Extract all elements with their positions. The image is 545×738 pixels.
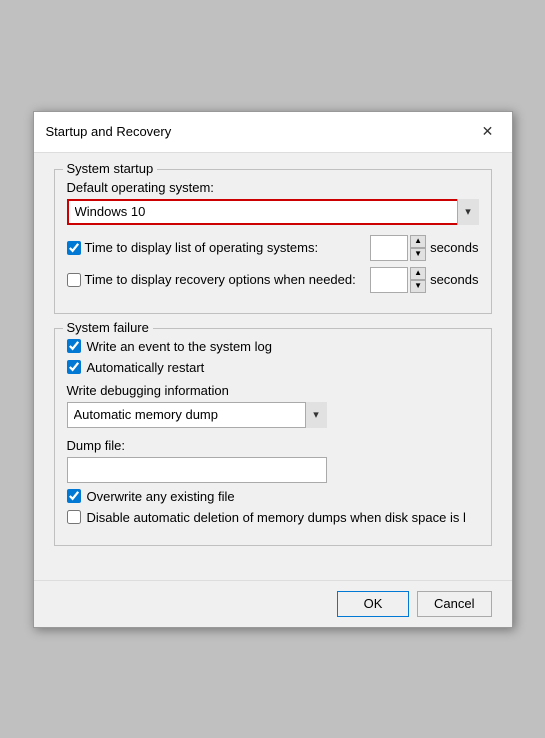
debug-info-dropdown[interactable]: Automatic memory dump Complete memory du…	[67, 402, 327, 428]
recovery-value[interactable]: 30	[370, 267, 408, 293]
dump-file-label: Dump file:	[67, 438, 479, 453]
startup-recovery-dialog: Startup and Recovery ✕ System startup De…	[33, 111, 513, 628]
close-button[interactable]: ✕	[476, 120, 500, 144]
overwrite-row: Overwrite any existing file	[67, 489, 479, 504]
display-list-spinner: ▲ ▼	[410, 235, 426, 261]
overwrite-label: Overwrite any existing file	[87, 489, 235, 504]
disable-auto-delete-label: Disable automatic deletion of memory dum…	[87, 510, 466, 525]
display-list-up[interactable]: ▲	[410, 235, 426, 248]
default-os-label: Default operating system:	[67, 180, 479, 195]
disable-auto-delete-checkbox[interactable]	[67, 510, 81, 524]
recovery-label: Time to display recovery options when ne…	[85, 272, 367, 287]
display-list-down[interactable]: ▼	[410, 248, 426, 261]
overwrite-checkbox[interactable]	[67, 489, 81, 503]
display-list-checkbox[interactable]	[67, 241, 81, 255]
write-event-row: Write an event to the system log	[67, 339, 479, 354]
recovery-up[interactable]: ▲	[410, 267, 426, 280]
display-list-value[interactable]: 30	[370, 235, 408, 261]
display-list-seconds: seconds	[430, 240, 478, 255]
dump-file-input[interactable]: %SystemRoot%\MEMORY.DMP	[67, 457, 327, 483]
write-debug-label: Write debugging information	[67, 383, 479, 398]
recovery-seconds: seconds	[430, 272, 478, 287]
display-list-row: Time to display list of operating system…	[67, 235, 479, 261]
debug-dropdown-container: Automatic memory dump Complete memory du…	[67, 402, 327, 428]
system-failure-legend: System failure	[63, 320, 153, 335]
auto-restart-row: Automatically restart	[67, 360, 479, 375]
dialog-title: Startup and Recovery	[46, 124, 172, 139]
cancel-button[interactable]: Cancel	[417, 591, 491, 617]
dialog-content: System startup Default operating system:…	[34, 153, 512, 580]
default-os-dropdown-container: Windows 10	[67, 199, 479, 225]
auto-restart-label: Automatically restart	[87, 360, 205, 375]
recovery-spinner: ▲ ▼	[410, 267, 426, 293]
system-startup-legend: System startup	[63, 161, 158, 176]
write-event-label: Write an event to the system log	[87, 339, 272, 354]
recovery-checkbox[interactable]	[67, 273, 81, 287]
default-os-dropdown[interactable]: Windows 10	[67, 199, 479, 225]
recovery-row: Time to display recovery options when ne…	[67, 267, 479, 293]
bottom-bar: OK Cancel	[34, 580, 512, 627]
recovery-down[interactable]: ▼	[410, 280, 426, 293]
title-bar: Startup and Recovery ✕	[34, 112, 512, 153]
system-failure-section: System failure Write an event to the sys…	[54, 328, 492, 546]
system-startup-section: System startup Default operating system:…	[54, 169, 492, 314]
write-event-checkbox[interactable]	[67, 339, 81, 353]
display-list-label: Time to display list of operating system…	[85, 240, 367, 255]
auto-restart-checkbox[interactable]	[67, 360, 81, 374]
ok-button[interactable]: OK	[337, 591, 409, 617]
disable-auto-delete-row: Disable automatic deletion of memory dum…	[67, 510, 479, 525]
